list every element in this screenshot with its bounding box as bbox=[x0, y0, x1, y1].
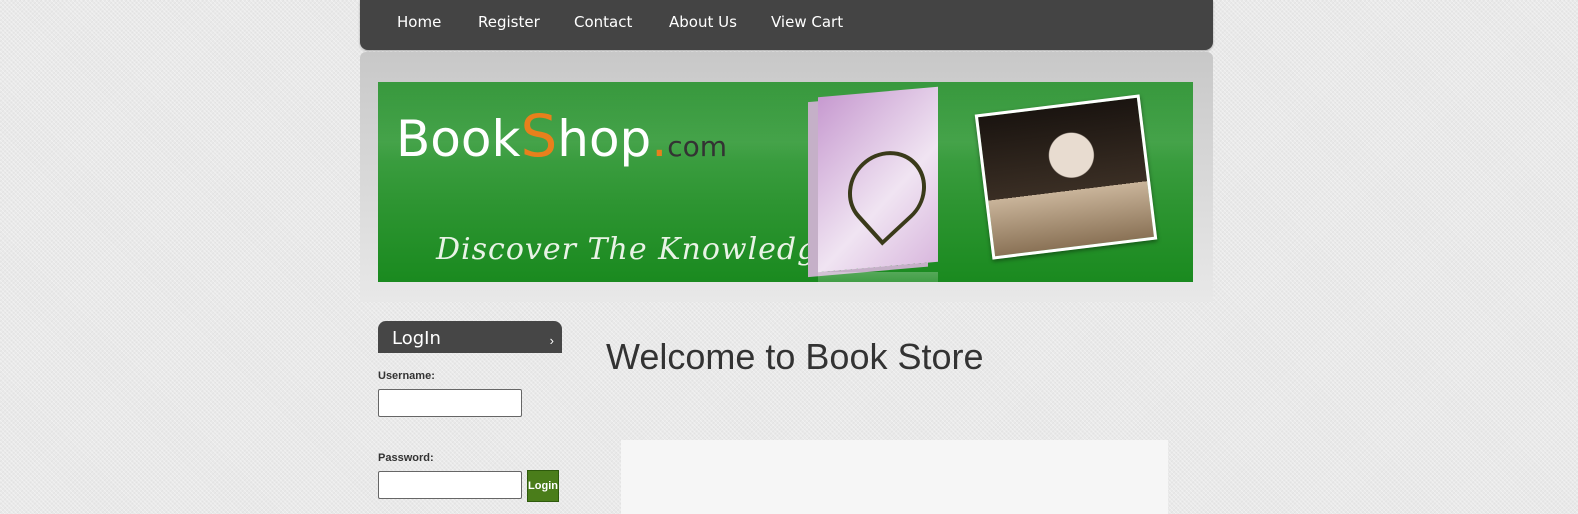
login-panel-header: LogIn › bbox=[378, 321, 562, 353]
book-cover-image bbox=[818, 86, 942, 273]
book-reflection bbox=[818, 272, 938, 282]
logo-text-book: Book bbox=[396, 110, 521, 168]
main-content-box bbox=[621, 440, 1168, 514]
password-input[interactable] bbox=[378, 471, 522, 499]
logo-text-s: S bbox=[520, 102, 558, 170]
logo-text-com: com bbox=[667, 130, 728, 163]
page-title: Welcome to Book Store bbox=[606, 336, 984, 377]
username-input[interactable] bbox=[378, 389, 522, 417]
password-label: Password: bbox=[378, 452, 434, 464]
chevron-right-icon: › bbox=[549, 333, 554, 348]
nav-view-cart-link[interactable]: View Cart bbox=[771, 13, 843, 31]
username-label: Username: bbox=[378, 370, 435, 382]
nav-contact-link[interactable]: Contact bbox=[574, 13, 632, 31]
logo-text-hop: hop bbox=[557, 110, 652, 168]
nav-home-link[interactable]: Home bbox=[397, 13, 441, 31]
measuring-tape-graphic bbox=[832, 134, 942, 246]
nav-register-link[interactable]: Register bbox=[478, 13, 540, 31]
top-nav: Home Register Contact About Us View Cart bbox=[360, 0, 1213, 50]
nav-about-us-link[interactable]: About Us bbox=[669, 13, 737, 31]
site-banner: BookShop.com Discover The Knowledge bbox=[378, 82, 1193, 282]
login-panel-title: LogIn bbox=[392, 328, 441, 349]
child-reading-photo bbox=[974, 94, 1158, 260]
site-logo[interactable]: BookShop.com bbox=[396, 102, 727, 170]
login-button[interactable]: Login bbox=[527, 470, 559, 502]
banner-tagline: Discover The Knowledge bbox=[436, 232, 837, 267]
logo-dot: . bbox=[651, 110, 668, 168]
